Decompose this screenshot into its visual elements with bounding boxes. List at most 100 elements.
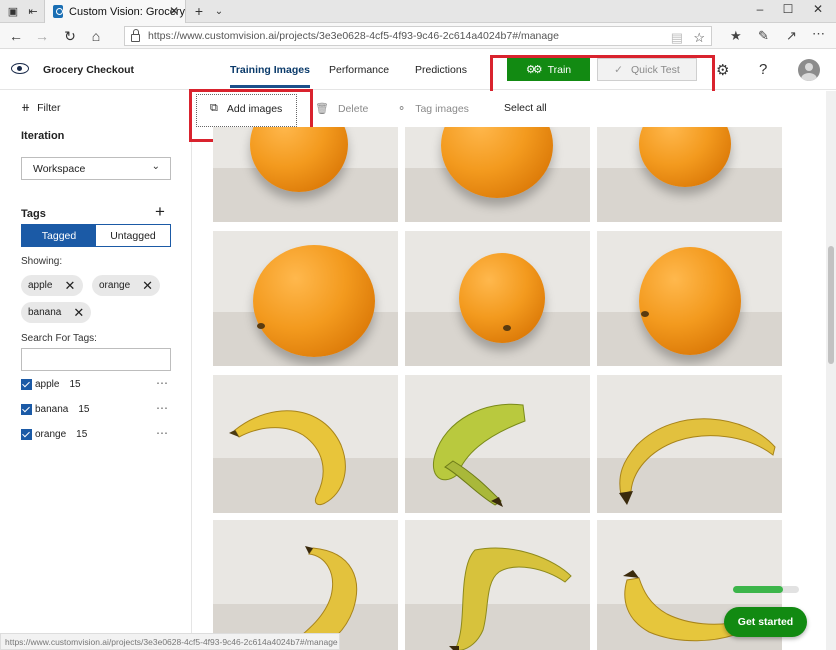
favorite-star-icon[interactable]: ☆ (693, 30, 705, 46)
tag-row-orange: orange 15 ⋯ (21, 426, 171, 440)
chevron-down-icon: ⌄ (151, 161, 160, 172)
browser-tab[interactable]: Custom Vision: Grocery ✕ (44, 0, 186, 23)
share-icon[interactable]: ↗ (786, 28, 797, 44)
remove-chip-icon[interactable]: ✕ (142, 278, 153, 294)
avatar[interactable] (798, 59, 820, 81)
training-image-thumbnail[interactable] (405, 520, 590, 650)
chip-apple: apple ✕ (21, 275, 83, 296)
onboarding-progress-fill (733, 586, 783, 593)
banana-image (433, 403, 526, 507)
tag-images-label: Tag images (415, 102, 469, 115)
chip-banana: banana ✕ (21, 302, 91, 323)
orange-image (250, 127, 348, 192)
help-icon[interactable]: ? (759, 61, 767, 78)
more-options-icon[interactable]: ⋯ (156, 376, 169, 390)
get-started-button[interactable]: Get started (724, 607, 807, 637)
reading-view-icon[interactable]: ▤ (671, 30, 683, 46)
minimize-icon[interactable]: – (748, 2, 772, 16)
tags-heading: Tags (21, 208, 46, 220)
remove-chip-icon[interactable]: ✕ (73, 305, 84, 321)
showing-label: Showing: (21, 256, 63, 267)
orange-navel-mark (503, 325, 511, 331)
banana-image (449, 547, 572, 650)
training-image-thumbnail[interactable] (405, 127, 590, 222)
tagged-button[interactable]: Tagged (22, 225, 96, 246)
tag-checkbox[interactable] (21, 379, 32, 390)
page-scrollbar[interactable] (826, 91, 836, 650)
home-icon[interactable]: ⌂ (86, 27, 106, 45)
more-options-icon[interactable]: ⋯ (156, 401, 169, 415)
iteration-heading: Iteration (21, 130, 65, 142)
tag-checkbox[interactable] (21, 404, 32, 415)
url-text: https://www.customvision.ai/projects/3e3… (148, 30, 559, 42)
favorites-icon[interactable]: ★ (730, 28, 742, 44)
iteration-value: Workspace (33, 162, 86, 175)
custom-vision-eye-icon[interactable] (11, 63, 29, 74)
lock-icon (131, 28, 140, 42)
training-image-thumbnail[interactable] (213, 520, 398, 650)
tag-name: apple (35, 379, 60, 390)
pen-icon[interactable]: ✎ (758, 28, 769, 44)
training-images-grid (213, 127, 783, 650)
tag-row-banana: banana 15 ⋯ (21, 401, 171, 415)
search-tags-label: Search For Tags: (21, 333, 97, 344)
training-image-thumbnail[interactable] (213, 127, 398, 222)
tag-filter-toggle: Tagged Untagged (21, 224, 171, 247)
tab-actions-icon[interactable]: ▣ (4, 3, 22, 19)
remove-chip-icon[interactable]: ✕ (64, 278, 75, 294)
tag-name: banana (35, 404, 69, 415)
tab-list-chevron-icon[interactable]: ⌄ (210, 3, 228, 19)
tag-row-apple: apple 15 ⋯ (21, 376, 171, 390)
training-image-thumbnail[interactable] (597, 231, 782, 366)
tab-performance[interactable]: Performance (329, 64, 389, 76)
delete-label: Delete (337, 102, 369, 115)
add-tag-icon[interactable]: + (155, 202, 165, 222)
select-all-button[interactable]: Select all (504, 102, 547, 114)
tag-name: orange (35, 429, 67, 440)
refresh-icon[interactable]: ↻ (60, 27, 80, 45)
highlight-box-train (490, 55, 715, 96)
training-image-thumbnail[interactable] (405, 375, 590, 513)
settings-gear-icon[interactable]: ⚙ (716, 61, 729, 79)
tag-images-button[interactable]: ⚬ Tag images (397, 102, 469, 116)
tag-count: 15 (69, 379, 81, 390)
set-tabs-aside-icon[interactable]: ⇤ (24, 3, 42, 19)
iteration-select[interactable]: Workspace ⌄ (21, 157, 171, 180)
orange-navel-mark (641, 311, 649, 317)
maximize-icon[interactable]: ☐ (776, 2, 800, 16)
training-image-thumbnail[interactable] (597, 127, 782, 222)
browser-tab-bar: ▣ ⇤ Custom Vision: Grocery ✕ + ⌄ – ☐ ✕ (0, 0, 836, 23)
url-field[interactable]: https://www.customvision.ai/projects/3e3… (124, 26, 712, 46)
sidebar: ⧺ Filter Iteration Workspace ⌄ Tags + Ta… (0, 91, 192, 650)
orange-image (441, 127, 553, 198)
tag-checkbox[interactable] (21, 429, 32, 440)
more-options-icon[interactable]: ⋯ (156, 426, 169, 440)
back-icon[interactable]: ← (6, 27, 26, 45)
forward-icon[interactable]: → (32, 27, 52, 45)
project-name[interactable]: Grocery Checkout (43, 64, 134, 76)
search-tags-input[interactable] (21, 348, 171, 371)
delete-button[interactable]: 🗑 Delete (315, 102, 369, 116)
training-image-thumbnail[interactable] (213, 375, 398, 513)
training-image-thumbnail[interactable] (405, 231, 590, 366)
banana-image (283, 546, 358, 650)
orange-image (639, 247, 741, 355)
close-window-icon[interactable]: ✕ (806, 2, 830, 16)
more-icon[interactable]: ⋯ (812, 26, 825, 42)
untagged-button[interactable]: Untagged (96, 225, 170, 246)
trash-icon: 🗑 (315, 103, 329, 115)
orange-image (459, 253, 545, 343)
chip-label: banana (28, 307, 62, 318)
filter-toggle[interactable]: ⧺ Filter (21, 101, 60, 114)
tag-count: 15 (78, 404, 90, 415)
status-bar-url: https://www.customvision.ai/projects/3e3… (0, 633, 340, 650)
tab-training-images[interactable]: Training Images (230, 64, 310, 88)
scrollbar-thumb[interactable] (828, 246, 834, 364)
banana-image (229, 410, 346, 506)
training-image-thumbnail[interactable] (213, 231, 398, 366)
tab-close-icon[interactable]: ✕ (169, 4, 179, 18)
new-tab-icon[interactable]: + (190, 3, 208, 19)
custom-vision-favicon-icon (53, 5, 64, 18)
tab-predictions[interactable]: Predictions (415, 64, 467, 76)
training-image-thumbnail[interactable] (597, 375, 782, 513)
